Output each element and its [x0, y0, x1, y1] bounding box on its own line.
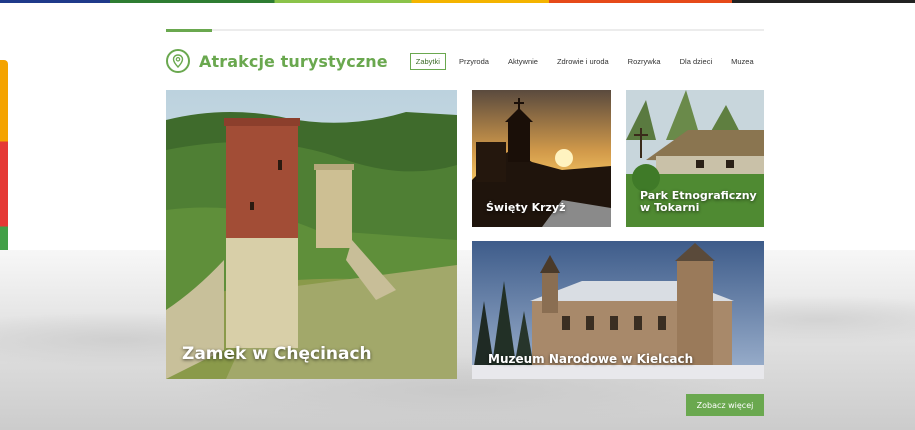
tab-przyroda[interactable]: Przyroda [453, 53, 495, 70]
card-label: Muzeum Narodowe w Kielcach [488, 352, 694, 367]
card-park-etnograficzny[interactable]: Park Etnograficzny w Tokarni [626, 90, 764, 227]
card-label: Park Etnograficzny w Tokarni [640, 188, 757, 215]
section-divider [166, 29, 764, 32]
section-divider-accent [166, 29, 212, 32]
castle-image [166, 90, 457, 379]
tab-zdrowie-i-uroda[interactable]: Zdrowie i uroda [551, 53, 615, 70]
map-pin-icon [166, 49, 190, 73]
card-zamek-w-checinach[interactable]: Zamek w Chęcinach [166, 90, 457, 379]
section-title: Atrakcje turystyczne [199, 51, 388, 71]
tab-aktywnie[interactable]: Aktywnie [502, 53, 544, 70]
tab-rozrywka[interactable]: Rozrywka [622, 53, 667, 70]
card-label: Zamek w Chęcinach [182, 344, 372, 365]
section-header: Atrakcje turystyczne Zabytki Przyroda Ak… [166, 48, 760, 74]
top-color-strip [0, 0, 915, 3]
card-muzeum-narodowe[interactable]: Muzeum Narodowe w Kielcach [472, 241, 764, 379]
see-more-button[interactable]: Zobacz więcej [686, 394, 764, 416]
card-swiety-krzyz[interactable]: Święty Krzyż [472, 90, 611, 227]
tab-muzea[interactable]: Muzea [725, 53, 760, 70]
card-label: Święty Krzyż [486, 201, 566, 215]
tab-dla-dzieci[interactable]: Dla dzieci [674, 53, 719, 70]
category-tabs: Zabytki Przyroda Aktywnie Zdrowie i urod… [409, 52, 760, 70]
background-landscape [0, 250, 915, 430]
tab-zabytki[interactable]: Zabytki [409, 52, 446, 70]
